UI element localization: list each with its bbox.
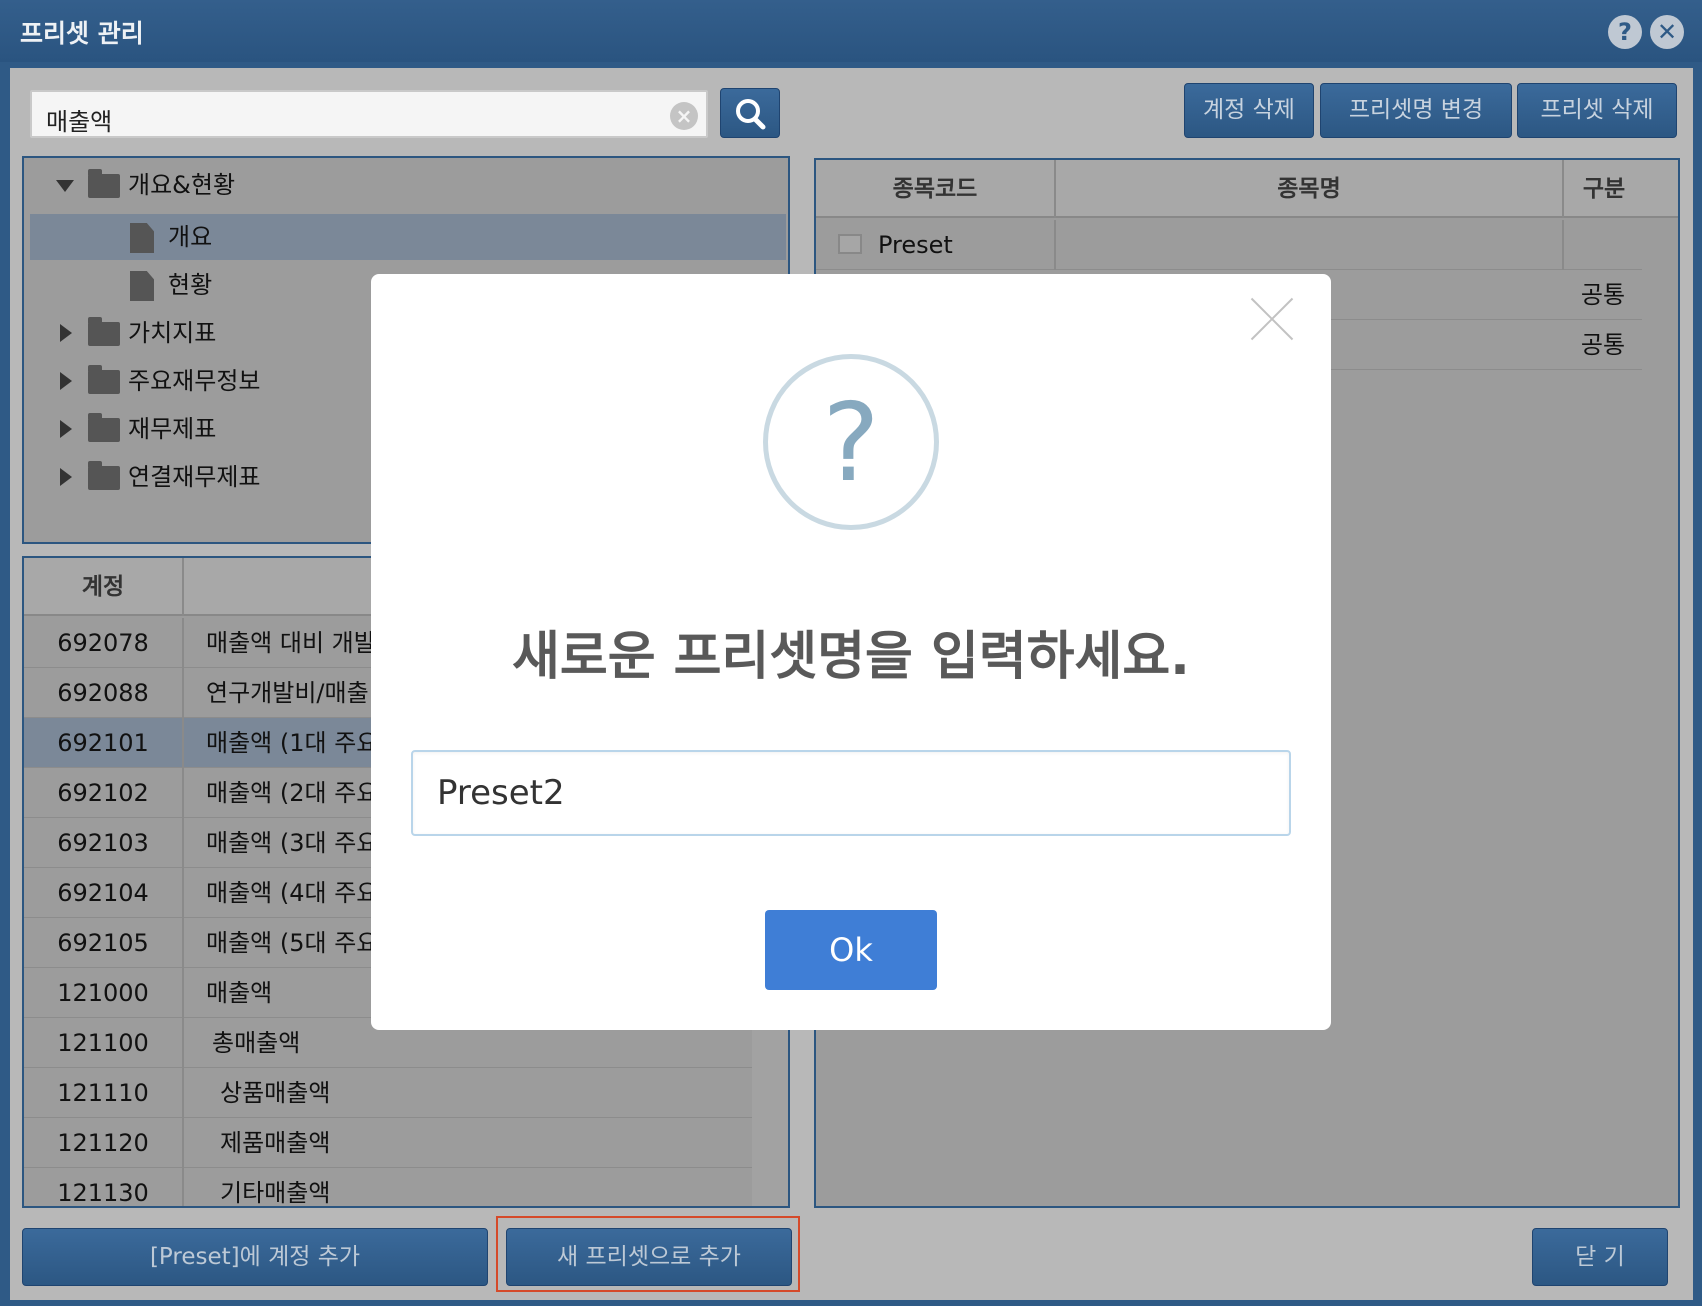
tree-item-file[interactable]: 개요 <box>30 214 786 260</box>
search-input-value[interactable]: 매출액 <box>46 102 112 137</box>
preset-root-label: Preset <box>878 231 953 259</box>
account-name: 상품매출액 <box>220 1079 331 1107</box>
account-code: 692103 <box>24 818 184 868</box>
window-title: 프리셋 관리 <box>20 19 144 48</box>
title-bar: 프리셋 관리 ? ✕ <box>0 0 1702 62</box>
rename-preset-button[interactable]: 프리셋명 변경 <box>1320 83 1512 138</box>
search-button[interactable] <box>720 88 780 138</box>
preset-name-input[interactable]: Preset2 <box>411 750 1291 836</box>
account-code: 692105 <box>24 918 184 968</box>
account-name: 연구개발비/매출 <box>206 679 369 707</box>
document-icon <box>130 223 154 253</box>
column-header-account[interactable]: 계정 <box>24 558 184 616</box>
table-row[interactable]: 121120 제품매출액 <box>24 1118 752 1168</box>
account-code: 692101 <box>24 718 184 768</box>
preset-type: 공통 <box>1580 331 1626 359</box>
tree-item-label: 연결재무제표 <box>128 463 261 491</box>
account-name: 매출액 (2대 주요 <box>206 779 379 807</box>
account-name: 매출액 대비 개발 <box>206 629 376 657</box>
table-row[interactable]: 121130 기타매출액 <box>24 1168 752 1207</box>
account-name: 매출액 (1대 주요 <box>206 729 379 757</box>
preset-root-cell: Preset <box>816 220 1056 270</box>
add-to-preset-button[interactable]: [Preset]에 계정 추가 <box>22 1228 488 1286</box>
account-code: 121130 <box>24 1168 184 1206</box>
preset-grid-header: 종목코드 종목명 구분 <box>816 160 1678 218</box>
account-code: 121120 <box>24 1118 184 1168</box>
search-input[interactable]: 매출액 × <box>30 90 708 138</box>
ok-button[interactable]: Ok <box>765 910 937 990</box>
preset-name-dialog: ? 새로운 프리셋명을 입력하세요. Preset2 Ok <box>371 274 1331 1030</box>
account-code: 692104 <box>24 868 184 918</box>
close-button[interactable]: 닫 기 <box>1532 1228 1668 1286</box>
column-header-code[interactable]: 종목코드 <box>816 160 1056 218</box>
account-name: 총매출액 <box>212 1029 301 1057</box>
tree-item-label: 개요&현황 <box>128 171 236 199</box>
expand-arrow-icon[interactable] <box>60 324 72 342</box>
tree-item-label: 재무제표 <box>128 415 217 443</box>
account-code: 692078 <box>24 618 184 668</box>
help-icon[interactable]: ? <box>1608 15 1642 49</box>
tree-item-label: 주요재무정보 <box>128 367 261 395</box>
expand-arrow-icon[interactable] <box>56 180 74 192</box>
expand-arrow-icon[interactable] <box>60 420 72 438</box>
delete-preset-button[interactable]: 프리셋 삭제 <box>1517 83 1677 138</box>
question-icon: ? <box>763 354 939 530</box>
expand-arrow-icon[interactable] <box>60 372 72 390</box>
close-window-icon[interactable]: ✕ <box>1650 15 1684 49</box>
expand-arrow-icon[interactable] <box>60 468 72 486</box>
table-row[interactable]: 121110 상품매출액 <box>24 1068 752 1118</box>
highlight-box <box>496 1216 800 1292</box>
account-name: 매출액 <box>206 979 273 1007</box>
folder-icon <box>88 317 120 346</box>
account-name: 매출액 (3대 주요 <box>206 829 379 857</box>
folder-icon <box>88 413 120 442</box>
account-name: 기타매출액 <box>220 1179 331 1207</box>
delete-account-button[interactable]: 계정 삭제 <box>1184 83 1314 138</box>
dialog-title: 새로운 프리셋명을 입력하세요. <box>512 627 1190 687</box>
account-code: 692102 <box>24 768 184 818</box>
preset-root-name-cell <box>1056 220 1564 270</box>
close-dialog-icon[interactable] <box>1247 294 1299 346</box>
clear-search-icon[interactable]: × <box>670 102 698 130</box>
tree-item-folder[interactable]: 개요&현황 <box>30 162 786 208</box>
tree-item-label: 현황 <box>168 271 213 299</box>
folder-icon <box>88 169 120 198</box>
tree-item-label: 개요 <box>168 223 213 251</box>
account-code: 121100 <box>24 1018 184 1068</box>
tree-item-label: 가치지표 <box>128 319 217 347</box>
folder-icon <box>88 365 120 394</box>
search-icon <box>736 99 766 130</box>
column-header-name[interactable]: 종목명 <box>1056 160 1564 218</box>
column-header-type[interactable]: 구분 <box>1564 160 1644 218</box>
folder-icon <box>88 461 120 490</box>
account-code: 692088 <box>24 668 184 718</box>
account-name: 제품매출액 <box>220 1129 331 1157</box>
account-code: 121110 <box>24 1068 184 1118</box>
account-name: 매출액 (4대 주요 <box>206 879 379 907</box>
account-code: 121000 <box>24 968 184 1018</box>
collapse-icon[interactable] <box>838 234 862 254</box>
document-icon <box>130 271 154 301</box>
preset-type: 공통 <box>1580 281 1626 309</box>
preset-root-row[interactable]: Preset <box>816 220 1642 270</box>
account-name: 매출액 (5대 주요 <box>206 929 379 957</box>
